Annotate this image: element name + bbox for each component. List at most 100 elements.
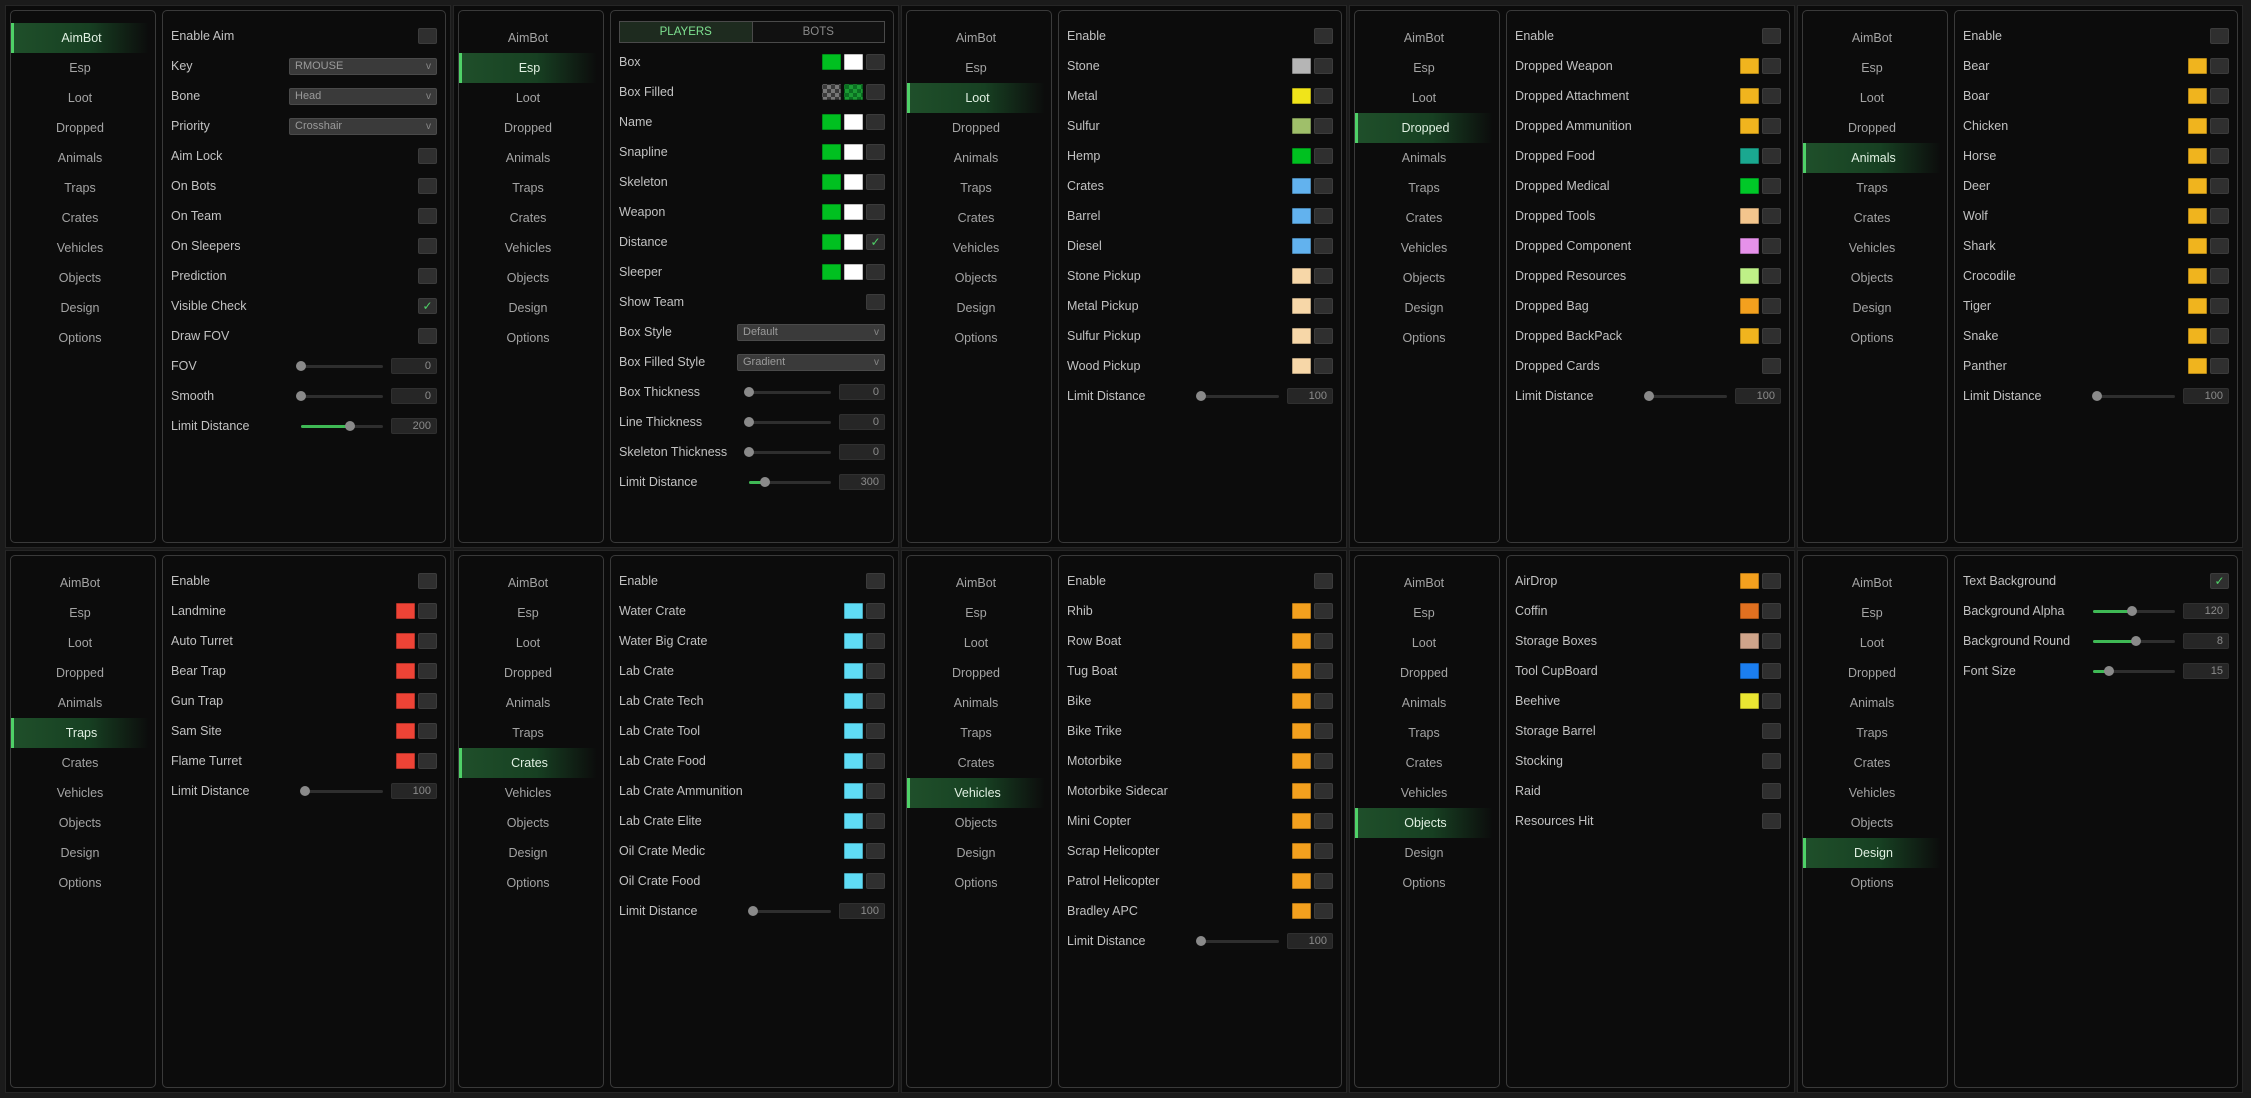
- sidebar-item-esp[interactable]: Esp: [11, 53, 149, 83]
- sidebar-item-traps[interactable]: Traps: [1355, 173, 1493, 203]
- limit-distance-value[interactable]: 100: [1287, 933, 1333, 949]
- color-swatch[interactable]: [1740, 603, 1759, 619]
- background-round-value[interactable]: 8: [2183, 633, 2229, 649]
- color-swatch[interactable]: [844, 174, 863, 190]
- lab-crate-checkbox[interactable]: [866, 663, 885, 679]
- bradley-apc-checkbox[interactable]: [1314, 903, 1333, 919]
- fov-slider[interactable]: [296, 359, 383, 373]
- stone-checkbox[interactable]: [1314, 58, 1333, 74]
- fov-value[interactable]: 0: [391, 358, 437, 374]
- enable-checkbox[interactable]: [1762, 28, 1781, 44]
- bear-checkbox[interactable]: [2210, 58, 2229, 74]
- on-bots-checkbox[interactable]: [418, 178, 437, 194]
- sidebar-item-dropped[interactable]: Dropped: [11, 658, 149, 688]
- color-swatch[interactable]: [1292, 693, 1311, 709]
- sidebar-item-objects[interactable]: Objects: [907, 263, 1045, 293]
- dropped-tools-checkbox[interactable]: [1762, 208, 1781, 224]
- sidebar-item-traps[interactable]: Traps: [907, 173, 1045, 203]
- sidebar-item-vehicles[interactable]: Vehicles: [11, 778, 149, 808]
- sidebar-item-esp[interactable]: Esp: [11, 598, 149, 628]
- sidebar-item-objects[interactable]: Objects: [1803, 808, 1941, 838]
- beehive-checkbox[interactable]: [1762, 693, 1781, 709]
- diesel-checkbox[interactable]: [1314, 238, 1333, 254]
- wood-pickup-checkbox[interactable]: [1314, 358, 1333, 374]
- box-thickness-slider[interactable]: [744, 385, 831, 399]
- sidebar-item-options[interactable]: Options: [11, 868, 149, 898]
- color-swatch[interactable]: [1740, 298, 1759, 314]
- color-swatch[interactable]: [822, 144, 841, 160]
- color-swatch[interactable]: [1292, 358, 1311, 374]
- sidebar-item-animals[interactable]: Animals: [907, 688, 1045, 718]
- slider-knob[interactable]: [345, 421, 356, 431]
- sidebar-item-esp[interactable]: Esp: [907, 598, 1045, 628]
- sidebar-item-options[interactable]: Options: [1355, 323, 1493, 353]
- sidebar-item-traps[interactable]: Traps: [11, 173, 149, 203]
- sidebar-item-dropped[interactable]: Dropped: [907, 113, 1045, 143]
- sidebar-item-animals[interactable]: Animals: [1355, 688, 1493, 718]
- tool-cupboard-checkbox[interactable]: [1762, 663, 1781, 679]
- sidebar-item-design[interactable]: Design: [11, 838, 149, 868]
- sidebar-item-options[interactable]: Options: [459, 323, 597, 353]
- skeleton-thickness-slider[interactable]: [744, 445, 831, 459]
- sidebar-item-loot[interactable]: Loot: [459, 83, 597, 113]
- sidebar-item-options[interactable]: Options: [1803, 868, 1941, 898]
- box-style-dropdown[interactable]: Default v: [737, 323, 885, 341]
- on-team-checkbox[interactable]: [418, 208, 437, 224]
- color-swatch[interactable]: [822, 204, 841, 220]
- color-swatch[interactable]: [1740, 148, 1759, 164]
- bone-dropdown[interactable]: Head v: [289, 87, 437, 105]
- slider-knob[interactable]: [2126, 606, 2137, 616]
- color-swatch[interactable]: [844, 264, 863, 280]
- line-thickness-value[interactable]: 0: [839, 414, 885, 430]
- color-swatch[interactable]: [844, 204, 863, 220]
- color-swatch[interactable]: [822, 174, 841, 190]
- color-swatch[interactable]: [1740, 238, 1759, 254]
- limit-distance-value[interactable]: 100: [839, 903, 885, 919]
- weapon-checkbox[interactable]: [866, 204, 885, 220]
- sidebar-item-aimbot[interactable]: AimBot: [907, 568, 1045, 598]
- bike-trike-checkbox[interactable]: [1314, 723, 1333, 739]
- color-swatch[interactable]: [1292, 238, 1311, 254]
- rhib-checkbox[interactable]: [1314, 603, 1333, 619]
- limit-distance-value[interactable]: 300: [839, 474, 885, 490]
- sidebar-item-traps[interactable]: Traps: [11, 718, 149, 748]
- color-swatch[interactable]: [2188, 148, 2207, 164]
- limit-distance-slider[interactable]: [1196, 389, 1279, 403]
- sidebar-item-vehicles[interactable]: Vehicles: [1355, 778, 1493, 808]
- sidebar-item-loot[interactable]: Loot: [907, 628, 1045, 658]
- tiger-checkbox[interactable]: [2210, 298, 2229, 314]
- color-swatch[interactable]: [844, 753, 863, 769]
- sidebar-item-vehicles[interactable]: Vehicles: [1355, 233, 1493, 263]
- sidebar-item-crates[interactable]: Crates: [907, 203, 1045, 233]
- color-swatch[interactable]: [1740, 208, 1759, 224]
- distance-checkbox[interactable]: ✓: [866, 234, 885, 250]
- sidebar-item-options[interactable]: Options: [907, 868, 1045, 898]
- sidebar-item-dropped[interactable]: Dropped: [907, 658, 1045, 688]
- skeleton-checkbox[interactable]: [866, 174, 885, 190]
- sulfur-checkbox[interactable]: [1314, 118, 1333, 134]
- dropped-attachment-checkbox[interactable]: [1762, 88, 1781, 104]
- resources-hit-checkbox[interactable]: [1762, 813, 1781, 829]
- color-swatch[interactable]: [2188, 268, 2207, 284]
- color-swatch[interactable]: [844, 234, 863, 250]
- sidebar-item-animals[interactable]: Animals: [11, 143, 149, 173]
- sidebar-item-dropped[interactable]: Dropped: [1803, 113, 1941, 143]
- chicken-checkbox[interactable]: [2210, 118, 2229, 134]
- slider-knob[interactable]: [760, 477, 771, 487]
- dropped-resources-checkbox[interactable]: [1762, 268, 1781, 284]
- color-swatch[interactable]: [1292, 903, 1311, 919]
- color-swatch[interactable]: [822, 114, 841, 130]
- lab-crate-ammunition-checkbox[interactable]: [866, 783, 885, 799]
- panther-checkbox[interactable]: [2210, 358, 2229, 374]
- sidebar-item-aimbot[interactable]: AimBot: [1355, 23, 1493, 53]
- limit-distance-slider[interactable]: [749, 475, 831, 489]
- storage-barrel-checkbox[interactable]: [1762, 723, 1781, 739]
- color-swatch[interactable]: [1292, 148, 1311, 164]
- background-alpha-value[interactable]: 120: [2183, 603, 2229, 619]
- airdrop-checkbox[interactable]: [1762, 573, 1781, 589]
- landmine-checkbox[interactable]: [418, 603, 437, 619]
- enable-checkbox[interactable]: [418, 573, 437, 589]
- sidebar-item-objects[interactable]: Objects: [11, 808, 149, 838]
- sidebar-item-animals[interactable]: Animals: [459, 688, 597, 718]
- dropped-weapon-checkbox[interactable]: [1762, 58, 1781, 74]
